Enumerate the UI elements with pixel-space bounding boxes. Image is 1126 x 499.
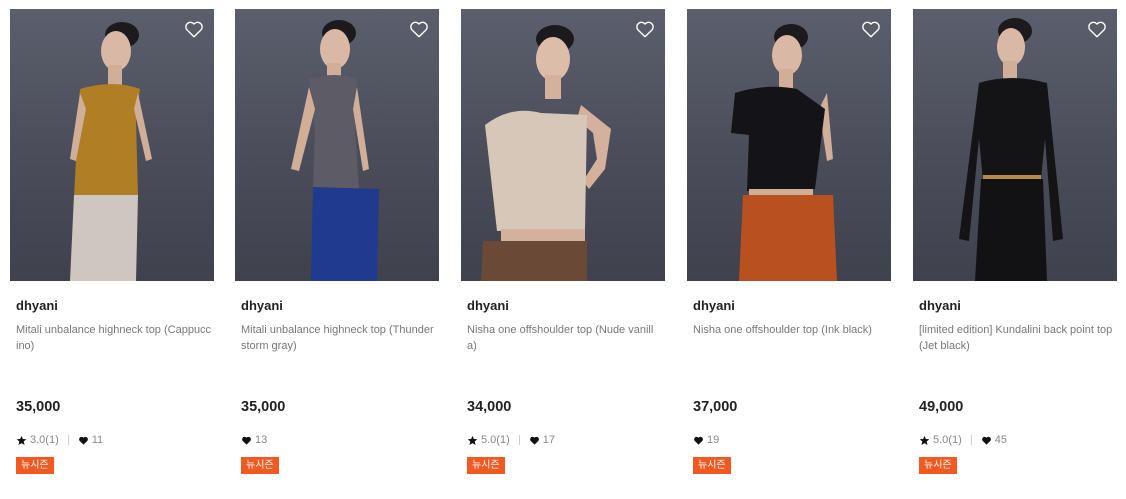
brand-name[interactable]: dhyani	[241, 298, 283, 313]
rating-value: 5.0(1)	[933, 434, 962, 446]
heart-icon	[694, 436, 703, 445]
rating-value: 5.0(1)	[481, 434, 510, 446]
product-card[interactable]: dhyani Nisha one offshoulder top (Nude v…	[461, 9, 665, 489]
divider	[518, 435, 520, 445]
product-card[interactable]: dhyani [limited edition] Kundalini back …	[913, 9, 1117, 489]
product-image[interactable]	[461, 9, 665, 281]
product-stats: 3.0(1) 11	[16, 433, 103, 447]
star-icon	[16, 435, 27, 445]
like-count: 45	[994, 434, 1007, 446]
product-name[interactable]: Mitali unbalance highneck top (Cappuccin…	[16, 322, 212, 354]
heart-icon	[78, 436, 88, 445]
heart-outline-icon[interactable]	[634, 18, 656, 40]
product-image[interactable]	[235, 9, 439, 281]
new-season-badge: 뉴시즌	[919, 457, 957, 474]
product-name[interactable]: Nisha one offshoulder top (Nude vanilla)	[467, 322, 663, 354]
likes-group: 17	[529, 434, 555, 446]
product-image[interactable]	[10, 9, 214, 281]
product-name[interactable]: Nisha one offshoulder top (Ink black)	[693, 322, 889, 338]
product-name[interactable]: Mitali unbalance highneck top (Thunderst…	[241, 322, 437, 354]
likes-group: 45	[981, 434, 1007, 446]
product-stats: 19	[693, 433, 719, 447]
brand-name[interactable]: dhyani	[693, 298, 735, 313]
rating-group: 3.0(1)	[16, 434, 59, 446]
product-price: 49,000	[919, 399, 964, 415]
product-stats: 5.0(1) 45	[919, 433, 1007, 447]
model-figure	[481, 25, 611, 281]
heart-icon	[242, 436, 251, 445]
heart-icon	[529, 436, 539, 445]
new-season-badge: 뉴시즌	[467, 457, 505, 474]
divider	[970, 435, 972, 445]
like-count: 13	[255, 434, 268, 446]
product-image[interactable]	[687, 9, 891, 281]
model-bottom	[739, 195, 837, 281]
model-bottom	[481, 241, 587, 281]
divider	[67, 435, 69, 445]
model-top	[485, 110, 587, 231]
product-card[interactable]: dhyani Mitali unbalance highneck top (Th…	[235, 9, 439, 489]
heart-outline-icon[interactable]	[183, 18, 205, 40]
product-image[interactable]	[913, 9, 1117, 281]
model-figure	[291, 20, 379, 281]
star-icon	[919, 435, 930, 445]
model-figure	[731, 24, 837, 281]
like-count: 11	[91, 434, 104, 446]
model-bottom	[311, 187, 379, 281]
product-card[interactable]: dhyani Mitali unbalance highneck top (Ca…	[10, 9, 214, 489]
heart-outline-icon[interactable]	[1086, 18, 1108, 40]
new-season-badge: 뉴시즌	[16, 457, 54, 474]
product-price: 37,000	[693, 399, 738, 415]
brand-name[interactable]: dhyani	[467, 298, 509, 313]
product-name[interactable]: [limited edition] Kundalini back point t…	[919, 322, 1115, 354]
model-bottom	[70, 195, 138, 281]
product-card[interactable]: dhyani Nisha one offshoulder top (Ink bl…	[687, 9, 891, 489]
new-season-badge: 뉴시즌	[241, 457, 279, 474]
star-icon	[467, 435, 478, 445]
brand-name[interactable]: dhyani	[16, 298, 58, 313]
heart-outline-icon[interactable]	[860, 18, 882, 40]
product-price: 34,000	[467, 399, 512, 415]
like-count: 19	[707, 434, 720, 446]
product-price: 35,000	[241, 399, 286, 415]
new-season-badge: 뉴시즌	[693, 457, 731, 474]
heart-icon	[981, 436, 991, 445]
rating-value: 3.0(1)	[30, 434, 59, 446]
like-count: 17	[542, 434, 555, 446]
model-top	[309, 75, 359, 189]
brand-name[interactable]: dhyani	[919, 298, 961, 313]
likes-group: 19	[693, 434, 719, 446]
likes-group: 11	[78, 434, 103, 446]
product-stats: 5.0(1) 17	[467, 433, 555, 447]
model-bottom	[975, 179, 1047, 281]
heart-outline-icon[interactable]	[408, 18, 430, 40]
model-figure	[70, 22, 152, 281]
model-top	[731, 86, 825, 191]
rating-group: 5.0(1)	[919, 434, 962, 446]
product-stats: 13	[241, 433, 267, 447]
rating-group: 5.0(1)	[467, 434, 510, 446]
model-top	[74, 84, 140, 197]
product-price: 35,000	[16, 399, 61, 415]
product-grid: dhyani Mitali unbalance highneck top (Ca…	[10, 9, 1117, 489]
model-figure	[959, 18, 1063, 281]
likes-group: 13	[241, 434, 267, 446]
